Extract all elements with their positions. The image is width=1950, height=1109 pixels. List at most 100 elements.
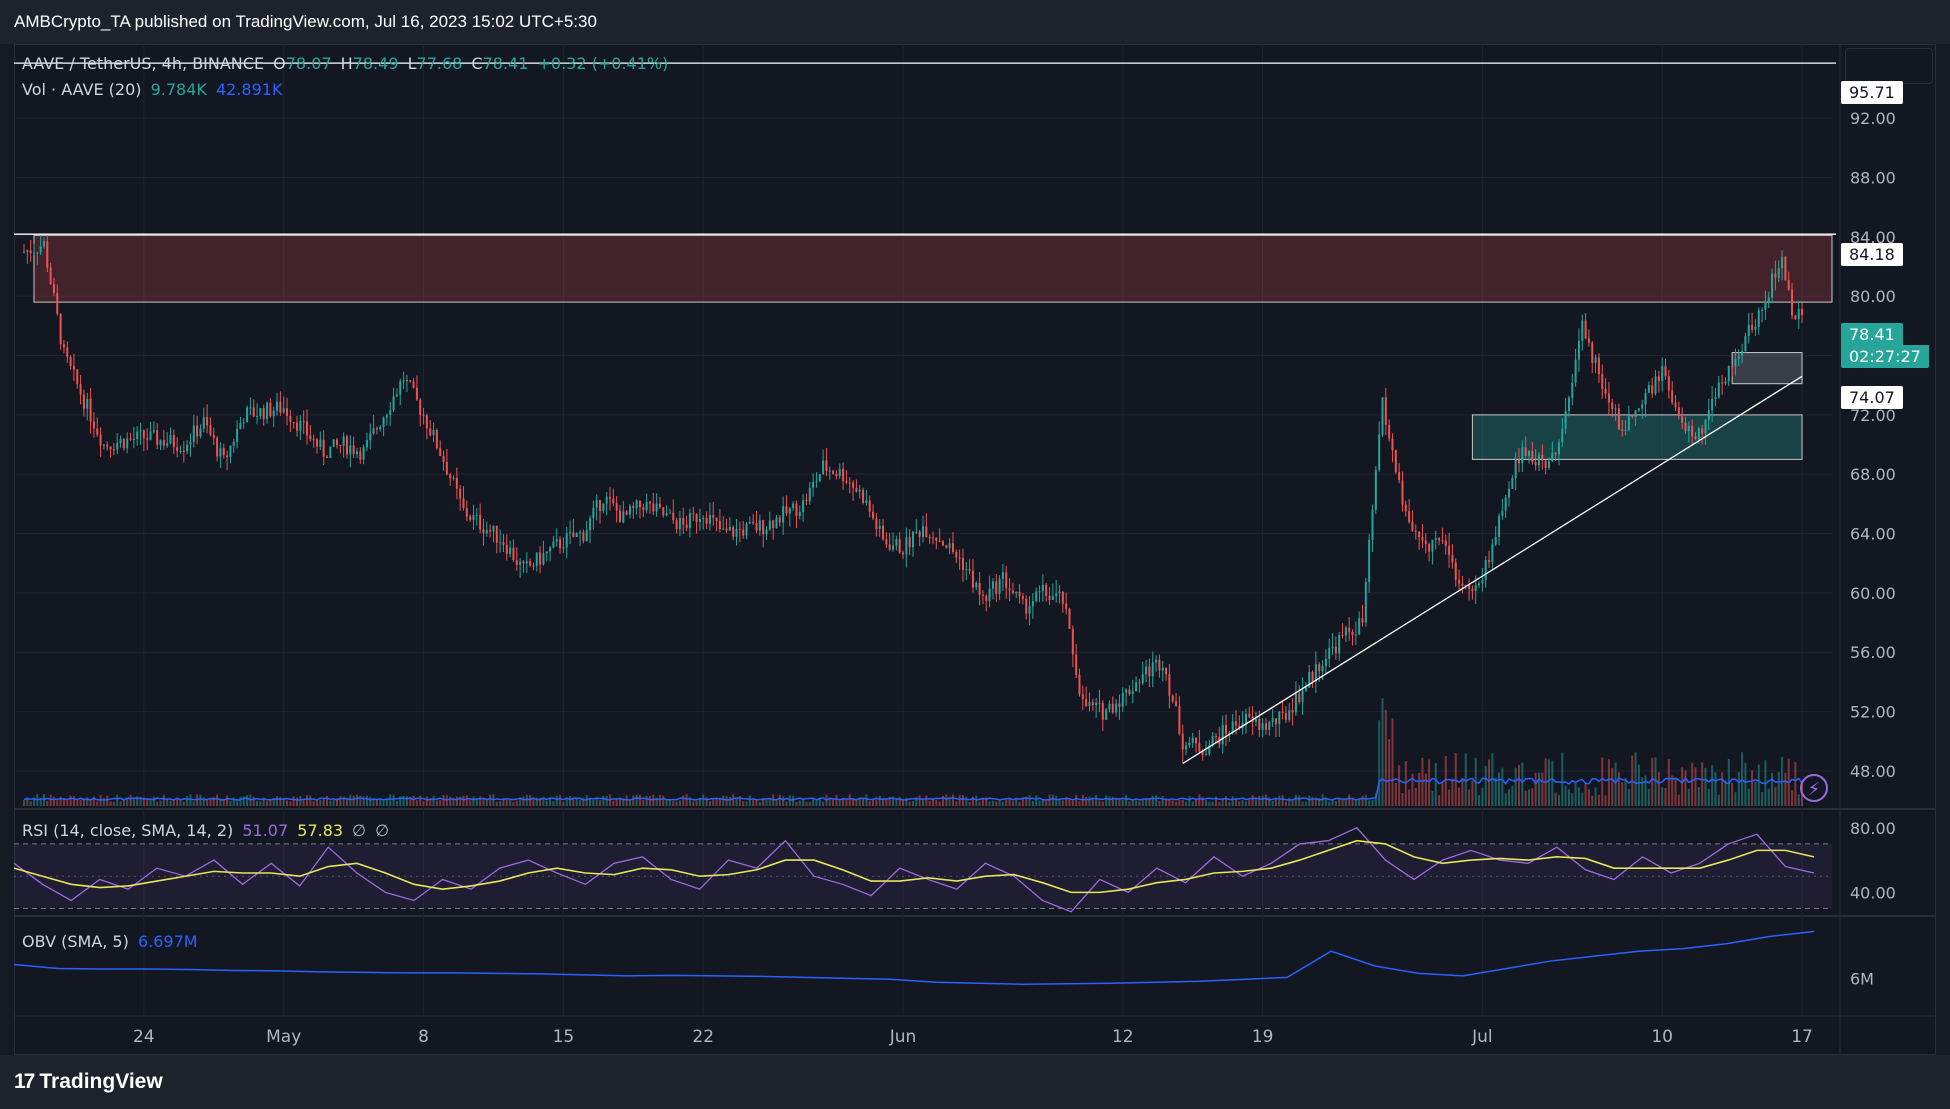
candle-body (712, 514, 715, 518)
volume-bar (552, 801, 555, 806)
volume-bar (1191, 801, 1194, 806)
candle-body (1291, 710, 1294, 713)
symbol-name[interactable]: AAVE / TetherUS, 4h, BINANCE (22, 54, 264, 73)
volume-bar (1308, 795, 1311, 806)
candle-body (925, 526, 928, 538)
rsi-value: 51.07 (242, 821, 289, 840)
candle-body (1244, 713, 1247, 723)
volume-bars (22, 698, 1804, 806)
candle-body (1338, 635, 1341, 654)
candle-body (1724, 381, 1727, 384)
candle-body (1261, 723, 1264, 730)
candle-body (605, 496, 608, 504)
candle-body (206, 417, 209, 426)
price-tick-label: 92.00 (1850, 109, 1896, 128)
candle-body (332, 439, 335, 447)
candle-body (822, 460, 825, 475)
candle-body (1657, 376, 1660, 382)
volume-bar (1797, 794, 1800, 806)
pane-controls-button[interactable] (1845, 48, 1933, 84)
volume-bar (1704, 767, 1707, 806)
volume-legend[interactable]: Vol · AAVE (20) 9.784K 42.891K (22, 80, 286, 99)
candle-body (1234, 721, 1237, 726)
candle-body (325, 456, 328, 458)
candle-body (878, 525, 881, 529)
chart-canvas[interactable]: 92.0088.0084.0080.0076.0072.0068.0064.00… (0, 0, 1950, 1109)
candle-body (1601, 374, 1604, 389)
lightning-icon[interactable]: ⚡ (1800, 774, 1828, 802)
volume-bar (1731, 782, 1734, 806)
obv-tick-label: 6M (1850, 969, 1874, 988)
candle-body (872, 511, 875, 519)
candle-body (1418, 531, 1421, 538)
candle-body (1274, 718, 1277, 725)
candle-body (289, 416, 292, 422)
volume-bar (642, 799, 645, 806)
candle-body (169, 435, 172, 444)
volume-bar (216, 794, 219, 806)
candle-body (625, 511, 628, 515)
symbol-legend[interactable]: AAVE / TetherUS, 4h, BINANCE O78.07 H78.… (22, 54, 672, 73)
volume-bar (42, 794, 45, 806)
candle-body (1434, 538, 1437, 540)
volume-bar (1298, 795, 1301, 806)
candle-body (335, 439, 338, 446)
candle-body (928, 537, 931, 539)
candle-body (1581, 320, 1584, 341)
volume-bar (256, 800, 259, 806)
candle-body (1627, 415, 1630, 430)
candle-body (39, 246, 42, 253)
time-tick-label: 8 (418, 1027, 429, 1047)
volume-bar (1767, 788, 1770, 806)
volume-bar (1244, 801, 1247, 806)
volume-bar (499, 801, 502, 806)
candle-body (1254, 719, 1257, 722)
candle-body (1135, 682, 1138, 692)
candle-body (1361, 618, 1364, 623)
volume-bar (1238, 801, 1241, 806)
change-value: +0.32 (+0.41%) (537, 54, 669, 73)
candles[interactable] (22, 233, 1804, 763)
rsi-tick-label: 80.00 (1850, 819, 1896, 838)
candle-body (1015, 591, 1018, 594)
candle-body (1045, 585, 1048, 596)
volume-bar (645, 795, 648, 806)
candle-body (1444, 540, 1447, 546)
obv-legend[interactable]: OBV (SMA, 5) 6.697M (22, 932, 202, 951)
volume-bar (1661, 787, 1664, 806)
candle-body (452, 477, 455, 479)
volume-bar (599, 800, 602, 806)
volume-bar (745, 801, 748, 806)
volume-bar (1088, 796, 1091, 806)
candle-body (1394, 450, 1397, 473)
volume-bar (286, 800, 289, 806)
rsi-pane[interactable] (13, 826, 1832, 913)
candle-body (1284, 712, 1287, 720)
volume-bar (1711, 765, 1714, 806)
volume-ma-value: 42.891K (215, 80, 283, 99)
volume-bar (795, 801, 798, 806)
candle-body (865, 500, 868, 503)
volume-bar (1587, 789, 1590, 806)
candle-body (1404, 504, 1407, 512)
volume-bar (1011, 801, 1014, 806)
volume-bar (1075, 794, 1078, 806)
candle-body (702, 517, 705, 520)
candle-body (1161, 667, 1164, 671)
rsi-legend[interactable]: RSI (14, close, SMA, 14, 2) 51.07 57.83 … (22, 821, 393, 840)
volume-bar (1607, 759, 1610, 806)
volume-bar (1637, 764, 1640, 806)
candle-body (296, 422, 299, 431)
volume-bar (908, 801, 911, 806)
candle-body (266, 402, 269, 420)
tradingview-logo-icon[interactable]: 17 TradingView (14, 1070, 163, 1094)
candle-body (176, 447, 179, 452)
volume-bar (432, 795, 435, 806)
candle-body (349, 445, 352, 455)
volume-bar (755, 799, 758, 806)
volume-bar (369, 797, 372, 806)
candle-body (66, 347, 69, 357)
volume-bar (1388, 738, 1391, 806)
candle-body (1051, 596, 1054, 600)
candle-body (1734, 359, 1737, 367)
